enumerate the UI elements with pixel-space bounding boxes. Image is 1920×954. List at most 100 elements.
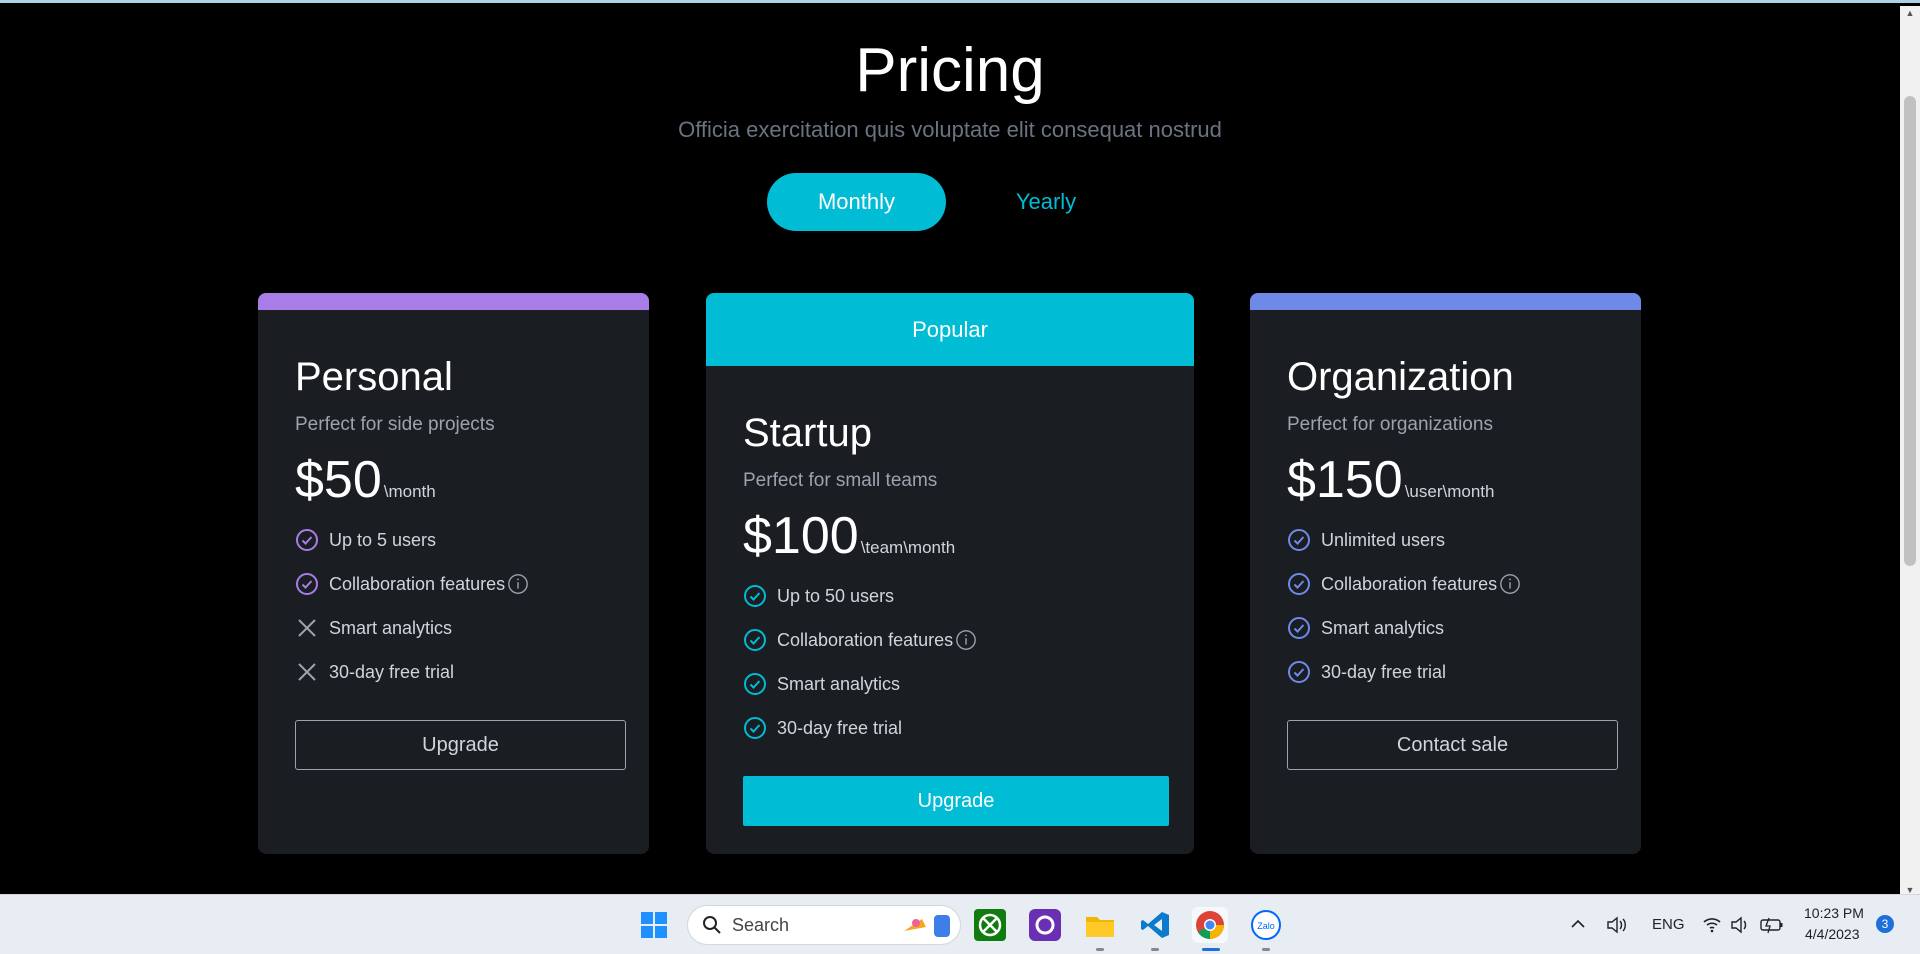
volume-icon[interactable] [1730, 915, 1752, 935]
upgrade-button[interactable]: Upgrade [743, 776, 1169, 826]
feature-label: Collaboration features [1321, 573, 1498, 594]
chrome-icon[interactable] [1192, 907, 1228, 943]
search-highlight-icon [904, 915, 950, 937]
feature-label: 30-day free trial [777, 717, 903, 738]
x-icon [298, 619, 316, 637]
vertical-scrollbar[interactable]: ▲ ▼ [1900, 6, 1920, 897]
plan-card-startup: Popular Startup Perfect for small teams … [706, 293, 1194, 854]
plan-price-unit: \user\month [1404, 482, 1495, 501]
windows-start-icon[interactable] [636, 907, 672, 943]
tab-yearly[interactable]: Yearly [946, 173, 1146, 231]
windows-taskbar: Search Zalo ENG 10:23 PM 4/4/2023 3 [0, 894, 1920, 954]
check-circle-icon [296, 573, 318, 595]
language-indicator[interactable]: ENG [1652, 916, 1685, 933]
price-row: $150 \user\month [1287, 450, 1619, 510]
plan-card-personal: Personal Perfect for side projects $50 \… [258, 293, 649, 854]
card-accent-bar [1250, 293, 1641, 310]
plan-price: $50 [295, 451, 382, 509]
plan-card-organization: Organization Perfect for organizations $… [1250, 293, 1641, 854]
feature-item: 30-day free trial [295, 650, 627, 694]
plan-description: Perfect for small teams [743, 470, 938, 491]
app-running-indicator [1151, 948, 1159, 951]
check-circle-icon [1288, 529, 1310, 551]
feature-list: Unlimited users Collaboration features S… [1287, 518, 1619, 694]
plan-price: $150 [1287, 451, 1403, 509]
zalo-icon[interactable]: Zalo [1248, 907, 1284, 943]
search-icon [703, 916, 721, 934]
feature-item: Smart analytics [743, 662, 1172, 706]
upgrade-button[interactable]: Upgrade [295, 720, 626, 770]
feature-label: Unlimited users [1321, 529, 1446, 550]
scroll-up-arrow-icon[interactable]: ▲ [1905, 8, 1915, 18]
clock-date[interactable]: 4/4/2023 [1805, 926, 1860, 942]
feature-label: Collaboration features [777, 629, 954, 650]
battery-icon[interactable] [1760, 916, 1784, 934]
billing-toggle: Monthly Yearly [767, 173, 1146, 231]
info-icon[interactable] [507, 573, 529, 595]
check-circle-icon [744, 717, 766, 739]
page-title: Pricing [855, 36, 1045, 105]
vscode-icon[interactable] [1137, 907, 1173, 943]
price-row: $100 \team\month [743, 506, 1172, 566]
feature-item: Unlimited users [1287, 518, 1619, 562]
feature-label: Up to 50 users [777, 585, 895, 606]
clock-time[interactable]: 10:23 PM [1804, 905, 1864, 921]
check-circle-icon [744, 585, 766, 607]
clipchamp-icon[interactable] [1027, 907, 1063, 943]
app-running-indicator [1262, 948, 1270, 951]
feature-item: Up to 5 users [295, 518, 627, 562]
wifi-icon[interactable] [1702, 915, 1722, 933]
feature-label: 30-day free trial [1321, 661, 1447, 682]
plan-name: Organization [1287, 355, 1514, 399]
app-running-indicator [1096, 948, 1104, 951]
feature-item: Up to 50 users [743, 574, 1172, 618]
popular-badge: Popular [706, 293, 1194, 366]
plan-description: Perfect for organizations [1287, 414, 1493, 435]
speaker-icon[interactable] [1606, 915, 1628, 935]
info-icon[interactable] [955, 629, 977, 651]
svg-text:Zalo: Zalo [1257, 921, 1275, 931]
plan-price: $100 [743, 507, 859, 565]
check-circle-icon [744, 673, 766, 695]
chevron-up-icon[interactable] [1570, 917, 1586, 931]
plan-name: Startup [743, 411, 872, 455]
feature-item: Smart analytics [1287, 606, 1619, 650]
card-accent-bar [258, 293, 649, 310]
feature-label: Smart analytics [1321, 617, 1445, 638]
check-circle-icon [296, 529, 318, 551]
contact-sale-button[interactable]: Contact sale [1287, 720, 1618, 770]
check-circle-icon [1288, 661, 1310, 683]
check-circle-icon [1288, 617, 1310, 639]
browser-viewport: Pricing Officia exercitation quis volupt… [0, 0, 1920, 897]
tab-monthly[interactable]: Monthly [767, 173, 946, 231]
feature-item: 30-day free trial [1287, 650, 1619, 694]
xbox-icon[interactable] [972, 907, 1008, 943]
plan-name: Personal [295, 355, 453, 399]
feature-item: 30-day free trial [743, 706, 1172, 750]
search-label: Search [732, 914, 790, 935]
check-circle-icon [1288, 573, 1310, 595]
check-circle-icon [744, 629, 766, 651]
feature-label: Up to 5 users [329, 529, 437, 550]
scrollbar-thumb[interactable] [1904, 96, 1916, 566]
page-subtitle: Officia exercitation quis voluptate elit… [678, 117, 1222, 142]
plan-description: Perfect for side projects [295, 414, 495, 435]
feature-item: Collaboration features [295, 562, 627, 606]
feature-list: Up to 50 users Collaboration features Sm… [743, 574, 1172, 750]
feature-label: Smart analytics [329, 617, 453, 638]
plan-price-unit: \month [383, 482, 436, 501]
price-row: $50 \month [295, 450, 627, 510]
plan-price-unit: \team\month [860, 538, 956, 557]
feature-label: Collaboration features [329, 573, 506, 594]
file-explorer-icon[interactable] [1082, 907, 1118, 943]
info-icon[interactable] [1499, 573, 1521, 595]
taskbar-search[interactable]: Search [687, 905, 961, 945]
feature-item: Collaboration features [743, 618, 1172, 662]
app-active-indicator [1202, 948, 1220, 951]
feature-label: 30-day free trial [329, 661, 455, 682]
feature-item: Collaboration features [1287, 562, 1619, 606]
feature-list: Up to 5 users Collaboration features Sma… [295, 518, 627, 694]
x-icon [298, 663, 316, 681]
feature-item: Smart analytics [295, 606, 627, 650]
notification-badge[interactable]: 3 [1876, 915, 1894, 933]
